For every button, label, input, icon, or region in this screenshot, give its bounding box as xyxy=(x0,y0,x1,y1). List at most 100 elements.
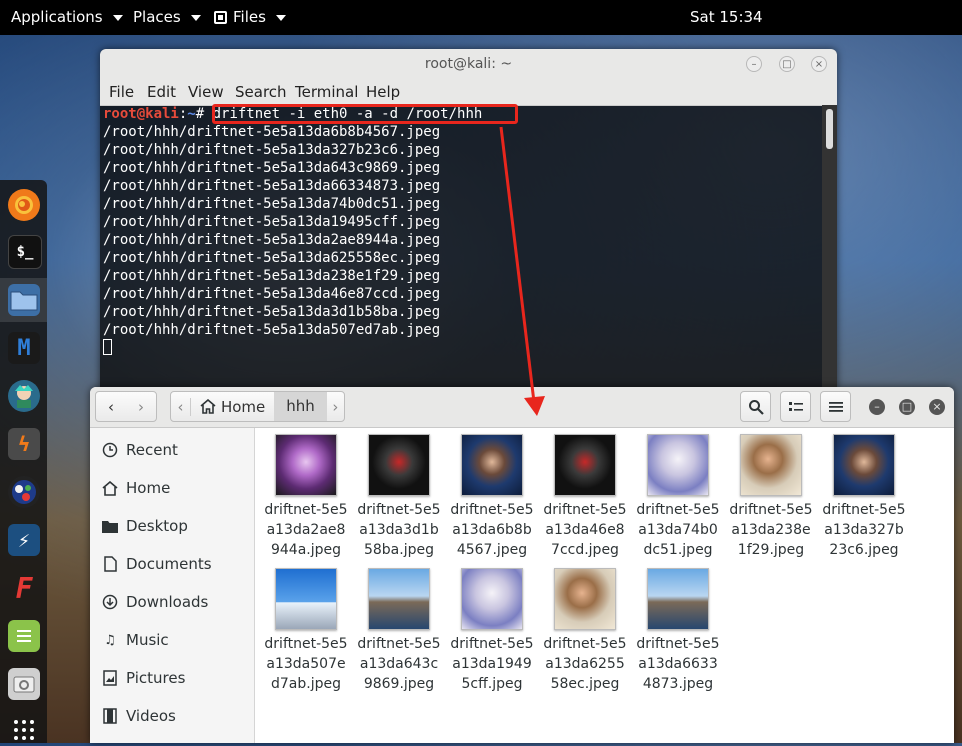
file-item[interactable]: driftnet-5e5a13da643c9869.jpeg xyxy=(356,562,442,694)
document-icon xyxy=(102,556,118,572)
sidebar-item-downloads[interactable]: Downloads xyxy=(102,590,208,614)
places-menu[interactable]: Places xyxy=(133,0,201,35)
file-item[interactable]: driftnet-5e5a13da3d1b58ba.jpeg xyxy=(356,428,442,560)
output-line: /root/hhh/driftnet-5e5a13da238e1f29.jpeg xyxy=(103,268,441,284)
files-app-menu[interactable]: Files xyxy=(214,0,286,35)
close-button[interactable]: × xyxy=(929,399,945,415)
hamburger-icon xyxy=(828,401,843,412)
terminal-menubar: File Edit View Search Terminal Help xyxy=(100,80,837,106)
sidebar-item-music[interactable]: ♫ Music xyxy=(102,628,169,652)
view-list-button[interactable] xyxy=(780,391,811,422)
file-item[interactable]: driftnet-5e5a13da507ed7ab.jpeg xyxy=(263,562,349,694)
image-thumbnail xyxy=(368,568,430,630)
search-button[interactable] xyxy=(740,391,771,422)
files-label: Files xyxy=(233,8,266,26)
places-sidebar: Recent Home Desktop Documents Downloads xyxy=(90,428,255,743)
file-name: driftnet-5e5a13da6b8b4567.jpeg xyxy=(450,502,534,558)
metasploit-icon[interactable]: M xyxy=(8,332,40,364)
chevron-down-icon xyxy=(190,14,201,21)
maximize-button[interactable]: □ xyxy=(779,56,795,72)
image-thumbnail xyxy=(740,434,802,496)
clock-icon xyxy=(102,442,118,458)
breadcrumb: ‹ Home hhh › xyxy=(170,391,345,422)
firefox-icon[interactable] xyxy=(8,189,40,221)
menu-terminal[interactable]: Terminal xyxy=(295,83,358,101)
file-name: driftnet-5e5a13da507ed7ab.jpeg xyxy=(264,636,348,692)
terminal-output[interactable]: root@kali:~# driftnet -i eth0 -a -d /roo… xyxy=(100,104,822,389)
menu-button[interactable] xyxy=(820,391,851,422)
files-icon[interactable] xyxy=(8,284,40,316)
sidebar-item-label: Recent xyxy=(126,441,178,459)
faraday-icon[interactable]: F xyxy=(8,572,40,605)
file-name: driftnet-5e5a13da46e87ccd.jpeg xyxy=(543,502,627,558)
cutycapt-icon[interactable] xyxy=(8,668,40,700)
breadcrumb-left-icon[interactable]: ‹ xyxy=(171,397,191,416)
sidebar-item-label: Pictures xyxy=(126,669,186,687)
list-view-icon xyxy=(788,401,803,411)
file-item[interactable]: driftnet-5e5a13da238e1f29.jpeg xyxy=(728,428,814,560)
prompt-symbol: # xyxy=(195,106,213,122)
text-cursor xyxy=(103,339,112,355)
terminal-titlebar[interactable]: root@kali: ~ – □ × xyxy=(100,49,837,80)
clock[interactable]: Sat 15:34 xyxy=(690,0,763,35)
file-item[interactable]: driftnet-5e5a13da327b23c6.jpeg xyxy=(821,428,907,560)
image-thumbnail xyxy=(461,434,523,496)
menu-view[interactable]: View xyxy=(188,83,224,101)
file-item[interactable]: driftnet-5e5a13da46e87ccd.jpeg xyxy=(542,428,628,560)
top-bar: Applications Places Files Sat 15:34 xyxy=(0,0,962,35)
sidebar-item-label: Home xyxy=(126,479,171,497)
sidebar-item-documents[interactable]: Documents xyxy=(102,552,212,576)
breadcrumb-current[interactable]: hhh xyxy=(274,392,327,421)
file-manager-window: ‹ › ‹ Home hhh › – □ × Recent Home Deskt… xyxy=(90,387,954,743)
file-name: driftnet-5e5a13da66334873.jpeg xyxy=(636,636,720,692)
menu-file[interactable]: File xyxy=(109,83,134,101)
file-item[interactable]: driftnet-5e5a13da2ae8944a.jpeg xyxy=(263,428,349,560)
image-thumbnail xyxy=(368,434,430,496)
applications-menu[interactable]: Applications xyxy=(11,0,123,35)
minimize-button[interactable]: – xyxy=(869,399,885,415)
film-icon xyxy=(102,708,118,724)
terminal-scrollbar[interactable] xyxy=(822,105,837,389)
file-item[interactable]: driftnet-5e5a13da66334873.jpeg xyxy=(635,562,721,694)
file-item[interactable]: driftnet-5e5a13da74b0dc51.jpeg xyxy=(635,428,721,560)
output-line: /root/hhh/driftnet-5e5a13da2ae8944a.jpeg xyxy=(103,232,441,248)
terminal-icon[interactable]: $_ xyxy=(8,235,42,269)
menu-edit[interactable]: Edit xyxy=(147,83,176,101)
burpsuite-icon[interactable]: ϟ xyxy=(8,428,40,460)
scrollbar-thumb[interactable] xyxy=(826,109,833,149)
armitage-icon[interactable] xyxy=(8,380,40,412)
breadcrumb-right-icon[interactable]: › xyxy=(327,398,344,416)
sidebar-item-desktop[interactable]: Desktop xyxy=(102,514,188,538)
close-button[interactable]: × xyxy=(811,56,827,72)
file-name: driftnet-5e5a13da238e1f29.jpeg xyxy=(729,502,813,558)
image-thumbnail xyxy=(647,434,709,496)
music-icon: ♫ xyxy=(104,632,116,648)
file-item[interactable]: driftnet-5e5a13da625558ec.jpeg xyxy=(542,562,628,694)
prompt-path: ~ xyxy=(187,106,196,122)
file-item[interactable]: driftnet-5e5a13da19495cff.jpeg xyxy=(449,562,535,694)
command-highlight-box xyxy=(212,104,518,124)
back-icon[interactable]: ‹ xyxy=(96,398,126,416)
minimize-button[interactable]: – xyxy=(746,56,762,72)
beef-icon[interactable]: ⚡ xyxy=(8,524,40,556)
breadcrumb-home[interactable]: Home xyxy=(191,398,274,416)
menu-search[interactable]: Search xyxy=(235,83,287,101)
output-line: /root/hhh/driftnet-5e5a13da66334873.jpeg xyxy=(103,178,441,194)
sidebar-item-home[interactable]: Home xyxy=(102,476,170,500)
maximize-button[interactable]: □ xyxy=(899,399,915,415)
output-line: /root/hhh/driftnet-5e5a13da6b8b4567.jpeg xyxy=(103,124,441,140)
sidebar-item-videos[interactable]: Videos xyxy=(102,704,176,728)
home-icon xyxy=(102,480,118,496)
output-line: /root/hhh/driftnet-5e5a13da74b0dc51.jpeg xyxy=(103,196,441,212)
sidebar-item-pictures[interactable]: Pictures xyxy=(102,666,185,690)
files-icon xyxy=(214,11,227,24)
file-item[interactable]: driftnet-5e5a13da6b8b4567.jpeg xyxy=(449,428,535,560)
sidebar-item-recent[interactable]: Recent xyxy=(102,438,178,462)
output-line: /root/hhh/driftnet-5e5a13da625558ec.jpeg xyxy=(103,250,441,266)
show-apps-icon[interactable] xyxy=(8,714,40,746)
file-name: driftnet-5e5a13da625558ec.jpeg xyxy=(543,636,627,692)
leafpad-icon[interactable] xyxy=(8,620,40,652)
maltego-icon[interactable] xyxy=(8,476,40,508)
menu-help[interactable]: Help xyxy=(366,83,400,101)
forward-icon[interactable]: › xyxy=(126,398,156,416)
